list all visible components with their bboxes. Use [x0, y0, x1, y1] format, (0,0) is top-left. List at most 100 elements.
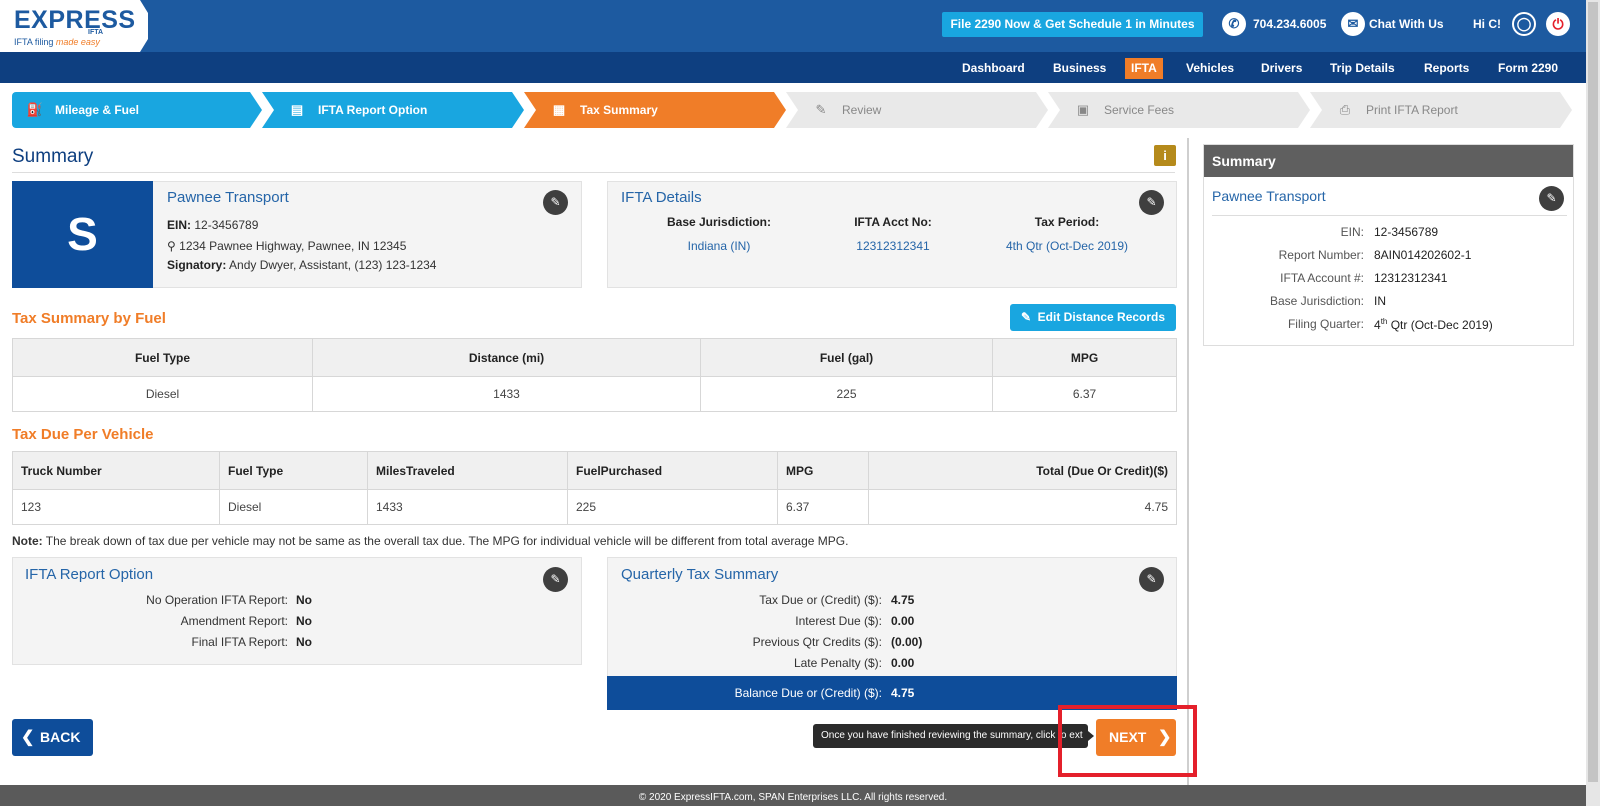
report-option-label-no-operation: No Operation IFTA Report: — [146, 593, 288, 607]
step-label: Tax Summary — [580, 103, 658, 117]
top-header: EXPRESS IFTA IFTA filing made easy File … — [0, 0, 1586, 52]
quarterly-value-prev-credits: (0.00) — [891, 635, 923, 649]
base-jurisdiction-value: Indiana (IN) — [687, 239, 751, 253]
cell-fuel-type: Diesel — [12, 376, 313, 412]
vehicle-tax-note: Note: The break down of tax due per vehi… — [12, 534, 849, 548]
title-divider — [12, 172, 1175, 173]
vehicle-tax-table: Truck Number Fuel Type MilesTraveled Fue… — [12, 451, 1177, 525]
report-option-value-no-operation: No — [296, 593, 312, 607]
report-option-value-amendment: No — [296, 614, 312, 628]
step-tax-summary[interactable]: ▦ Tax Summary — [524, 92, 786, 128]
report-option-label-amendment: Amendment Report: — [180, 614, 288, 628]
back-label: BACK — [40, 729, 81, 745]
edit-summary-icon[interactable]: ✎ — [1539, 186, 1564, 211]
nav-form-2290[interactable]: Form 2290 — [1492, 58, 1564, 79]
edit-ifta-details-icon[interactable]: ✎ — [1139, 190, 1164, 215]
nav-business[interactable]: Business — [1047, 58, 1112, 79]
step-service-fees[interactable]: ▣ Service Fees — [1048, 92, 1310, 128]
logo[interactable]: EXPRESS IFTA IFTA filing made easy — [0, 0, 148, 52]
review-icon: ✎ — [815, 102, 827, 117]
ifta-account-label: IFTA Acct No: — [854, 215, 932, 229]
footer: © 2020 ExpressIFTA.com, SPAN Enterprises… — [0, 785, 1586, 806]
user-profile-icon[interactable]: ◯ — [1512, 12, 1536, 36]
col-mpg: MPG — [992, 338, 1177, 377]
right-summary-panel: Summary Pawnee Transport ✎ EIN: 12-34567… — [1203, 144, 1574, 346]
report-icon: ▤ — [290, 102, 304, 117]
step-print-ifta-report[interactable]: ⎙ Print IFTA Report — [1310, 92, 1572, 128]
info-icon[interactable]: i — [1154, 145, 1176, 166]
quarterly-label-tax-due: Tax Due or (Credit) ($): — [759, 593, 882, 607]
column-divider — [1187, 138, 1189, 786]
printer-icon: ⎙ — [1339, 102, 1351, 117]
report-option-value-final: No — [296, 635, 312, 649]
file-2290-button[interactable]: File 2290 Now & Get Schedule 1 in Minute… — [942, 12, 1203, 37]
logo-title: EXPRESS — [14, 6, 136, 34]
step-ifta-report-option[interactable]: ▤ IFTA Report Option — [262, 92, 524, 128]
nav-dashboard[interactable]: Dashboard — [956, 58, 1031, 79]
step-mileage-fuel[interactable]: ⛽ Mileage & Fuel — [12, 92, 262, 128]
summary-label-ein: EIN: — [1340, 225, 1364, 239]
nav-ifta[interactable]: IFTA — [1125, 58, 1163, 79]
cell-mpg: 6.37 — [992, 376, 1177, 412]
quarterly-value-late-penalty: 0.00 — [891, 656, 915, 670]
step-label: Service Fees — [1104, 103, 1175, 117]
fees-icon: ▣ — [1076, 102, 1090, 117]
summary-label-ifta-account: IFTA Account #: — [1280, 271, 1364, 285]
quarterly-label-interest: Interest Due ($): — [795, 614, 882, 628]
cell-truck-number: 123 — [12, 489, 220, 525]
quarterly-label-prev-credits: Previous Qtr Credits ($): — [752, 635, 882, 649]
nav-drivers[interactable]: Drivers — [1255, 58, 1308, 79]
base-jurisdiction-label: Base Jurisdiction: — [666, 215, 772, 229]
scrollbar-thumb[interactable] — [1588, 2, 1598, 782]
phone-icon[interactable]: ✆ — [1222, 12, 1246, 36]
summary-value-ein: 12-3456789 — [1374, 225, 1439, 239]
logo-ifta: IFTA — [88, 29, 104, 36]
ifta-account-number: IFTA Acct No: 12312312341 — [808, 215, 978, 253]
business-name: Pawnee Transport — [167, 189, 289, 206]
col-fuel-type: Fuel Type — [12, 338, 313, 377]
fuel-summary-heading: Tax Summary by Fuel — [12, 310, 166, 327]
power-logout-icon[interactable]: ⏻ — [1546, 12, 1570, 36]
step-label: IFTA Report Option — [318, 103, 428, 117]
business-address: ⚲ 1234 Pawnee Highway, Pawnee, IN 12345 — [167, 239, 407, 253]
tax-period-label: Tax Period: — [1034, 215, 1100, 229]
edit-distance-records-button[interactable]: ✎ Edit Distance Records — [1010, 304, 1176, 331]
col-distance: Distance (mi) — [312, 338, 701, 377]
cell-fuel-type: Diesel — [219, 489, 368, 525]
next-button[interactable]: NEXT ❯ — [1096, 719, 1176, 756]
business-signatory: Signatory: Andy Dwyer, Assistant, (123) … — [167, 258, 437, 272]
chat-icon[interactable]: ✉ — [1341, 12, 1365, 36]
col-miles-traveled: MilesTraveled — [367, 451, 568, 490]
right-summary-title: Summary — [1204, 145, 1573, 177]
page-title: Summary — [12, 146, 94, 167]
cell-fuel-purchased: 225 — [567, 489, 778, 525]
nav-trip-details[interactable]: Trip Details — [1324, 58, 1401, 79]
page-scrollbar[interactable] — [1586, 0, 1600, 806]
fuel-summary-table: Fuel Type Distance (mi) Fuel (gal) MPG D… — [12, 338, 1177, 412]
tax-period: Tax Period: 4th Qtr (Oct-Dec 2019) — [982, 215, 1152, 253]
summary-icon: ▦ — [552, 102, 566, 117]
location-pin-icon: ⚲ — [167, 239, 176, 253]
nav-reports[interactable]: Reports — [1418, 58, 1475, 79]
table-row: 123 Diesel 1433 225 6.37 4.75 — [12, 489, 1177, 525]
step-label: Print IFTA Report — [1366, 103, 1458, 117]
next-tooltip: Once you have finished reviewing the sum… — [813, 724, 1094, 748]
edit-quarterly-summary-icon[interactable]: ✎ — [1139, 567, 1164, 592]
col-total-due: Total (Due Or Credit)($) — [868, 451, 1177, 490]
tax-period-value: 4th Qtr (Oct-Dec 2019) — [1005, 239, 1129, 253]
phone-number[interactable]: 704.234.6005 — [1253, 17, 1326, 31]
step-review[interactable]: ✎ Review — [786, 92, 1048, 128]
quarterly-value-interest: 0.00 — [891, 614, 915, 628]
chevron-right-icon: ❯ — [1158, 729, 1172, 746]
nav-vehicles[interactable]: Vehicles — [1180, 58, 1240, 79]
edit-report-option-icon[interactable]: ✎ — [543, 567, 568, 592]
cell-mpg: 6.37 — [777, 489, 869, 525]
report-option-label-final: Final IFTA Report: — [191, 635, 288, 649]
main-nav: Dashboard Business IFTA Vehicles Drivers… — [0, 52, 1586, 83]
table-row: Diesel 1433 225 6.37 — [12, 376, 1177, 412]
back-button[interactable]: ❮ BACK — [12, 719, 93, 756]
chat-link[interactable]: Chat With Us — [1369, 17, 1444, 31]
pencil-icon: ✎ — [1020, 310, 1031, 324]
edit-business-icon[interactable]: ✎ — [543, 190, 568, 215]
summary-label-base-jurisdiction: Base Jurisdiction: — [1269, 294, 1364, 308]
